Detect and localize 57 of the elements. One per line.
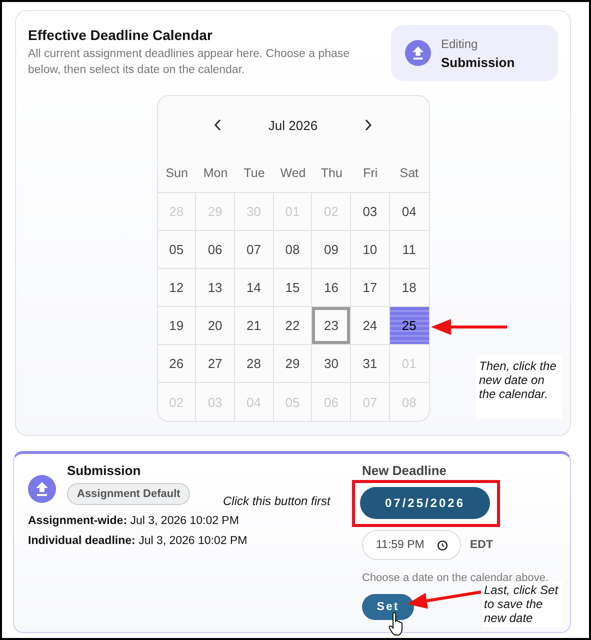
calendar-day[interactable]: 07: [234, 231, 274, 269]
calendar-day[interactable]: 11: [390, 231, 428, 269]
new-deadline-label: New Deadline: [362, 463, 447, 478]
calendar-day[interactable]: 05: [158, 231, 196, 269]
annotation-note: Last, click Set to save the new date: [482, 581, 562, 627]
calendar-day[interactable]: 26: [158, 345, 196, 383]
calendar-day[interactable]: 10: [351, 231, 390, 269]
upload-icon: [405, 40, 431, 66]
calendar-day[interactable]: 08: [274, 231, 312, 269]
editing-phase: Submission: [441, 54, 515, 70]
calendar-day[interactable]: 20: [196, 307, 235, 345]
calendar-day[interactable]: 30: [312, 345, 352, 383]
calendar-day[interactable]: 29: [274, 345, 312, 383]
annotation-note: Then, click the new date on the calendar.: [476, 355, 562, 419]
calendar-day[interactable]: 27: [196, 345, 235, 383]
weekday-label: Thu: [312, 154, 352, 193]
weekday-label: Wed: [274, 154, 312, 193]
calendar-day[interactable]: 04: [390, 193, 428, 231]
card-title: Effective Deadline Calendar: [28, 27, 214, 43]
calendar-day[interactable]: 19: [158, 307, 196, 345]
calendar-day[interactable]: 09: [312, 231, 352, 269]
previous-month-icon[interactable]: [214, 119, 222, 131]
calendar-day[interactable]: 25: [390, 307, 428, 345]
timezone-label: EDT: [470, 539, 493, 551]
phase-title: Submission: [67, 463, 142, 478]
hint-text: Choose a date on the calendar above.: [362, 572, 549, 584]
weekday-label: Sat: [390, 154, 428, 193]
calendar-day[interactable]: 17: [351, 269, 390, 307]
annotation-note: Click this button first: [223, 494, 330, 508]
card-description: All current assignment deadlines appear here. Choose a phase below, then select its date on the calendar.: [28, 47, 351, 78]
month-label: Jul 2026: [268, 118, 318, 132]
calendar-day[interactable]: 31: [351, 345, 390, 383]
calendar-day[interactable]: 03: [351, 193, 390, 231]
calendar-day[interactable]: 13: [196, 269, 235, 307]
weekday-label: Fri: [351, 154, 390, 193]
weekday-label: Mon: [196, 154, 235, 193]
default-badge: Assignment Default: [67, 483, 190, 505]
deadline-detail: Individual deadline: Jul 3, 2026 10:02 PM: [28, 535, 248, 547]
weekday-label: Tue: [234, 154, 274, 193]
calendar-day[interactable]: 23: [312, 307, 352, 345]
weekday-label: Sun: [158, 154, 196, 193]
calendar-day[interactable]: 06: [196, 231, 235, 269]
set-button[interactable]: Set: [362, 594, 414, 620]
calendar-day[interactable]: 12: [158, 269, 196, 307]
calendar-day[interactable]: 15: [274, 269, 312, 307]
calendar-day[interactable]: 16: [312, 269, 352, 307]
calendar-day[interactable]: 22: [274, 307, 312, 345]
deadline-detail: Assignment-wide: Jul 3, 2026 10:02 PM: [28, 515, 240, 527]
calendar-day[interactable]: 21: [234, 307, 274, 345]
time-field[interactable]: 11:59 PM: [362, 530, 461, 560]
upload-icon: [28, 475, 56, 503]
next-month-icon[interactable]: [364, 119, 372, 131]
calendar-day[interactable]: 14: [234, 269, 274, 307]
editing-label: Editing: [441, 36, 479, 50]
date-button[interactable]: 07/25/2026: [360, 487, 490, 519]
calendar-day[interactable]: 28: [234, 345, 274, 383]
clock-icon: [437, 540, 448, 550]
